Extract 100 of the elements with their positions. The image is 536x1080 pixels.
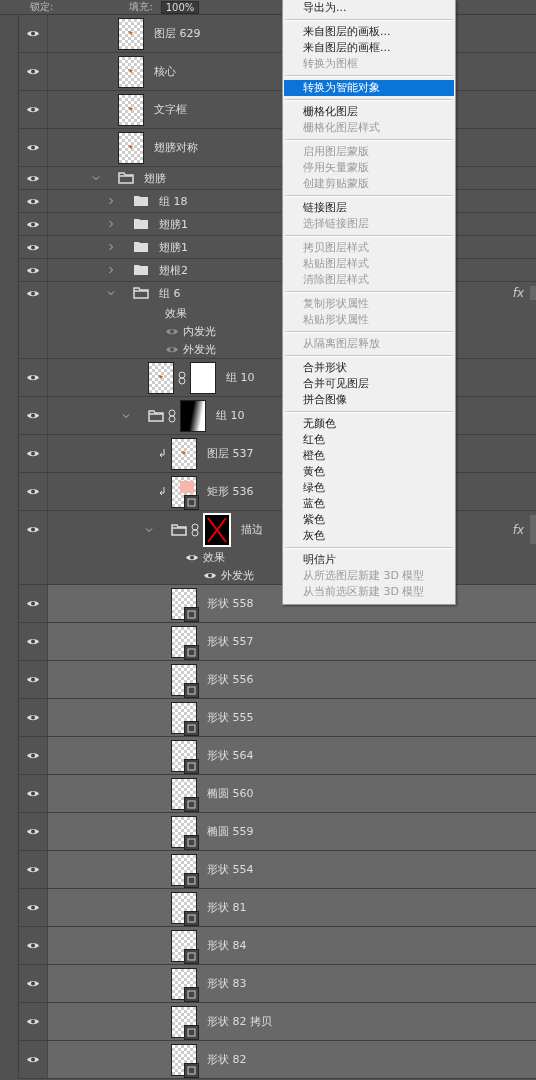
eye-icon[interactable] — [26, 29, 40, 38]
layer-content-drawing — [180, 480, 194, 493]
layer-name[interactable]: 描边 — [241, 522, 263, 537]
layer-name[interactable]: 形状 557 — [207, 634, 254, 649]
folder-icon — [171, 523, 187, 536]
effects-label: 效果 — [165, 305, 187, 321]
menu-item[interactable]: 红色 — [284, 432, 454, 448]
menu-item[interactable]: 橙色 — [284, 448, 454, 464]
folder-icon — [133, 287, 149, 299]
layer-name[interactable]: 翅膀1 — [159, 239, 188, 255]
layer-content-drawing — [128, 68, 133, 73]
eye-icon[interactable] — [26, 637, 40, 646]
menu-item[interactable]: 来自图层的画框... — [284, 40, 454, 56]
folder-icon — [133, 195, 149, 207]
menu-item[interactable]: 灰色 — [284, 528, 454, 544]
layer-name[interactable]: 形状 82 — [207, 1052, 247, 1067]
eye-icon[interactable] — [26, 219, 40, 229]
menu-item[interactable]: 绿色 — [284, 480, 454, 496]
effect-name: 内发光 — [183, 323, 216, 339]
layer-name[interactable]: 核心 — [154, 64, 176, 79]
eye-icon[interactable] — [26, 1017, 40, 1026]
eye-icon[interactable] — [26, 288, 40, 298]
folder-icon — [133, 218, 149, 230]
eye-icon[interactable] — [26, 789, 40, 798]
eye-icon[interactable] — [26, 265, 40, 275]
layer-name[interactable]: 椭圆 560 — [207, 786, 254, 801]
eye-icon[interactable] — [203, 570, 217, 580]
effect-name: 外发光 — [183, 341, 216, 357]
layer-name[interactable]: 图层 537 — [207, 446, 254, 461]
menu-item[interactable]: 转换为智能对象 — [284, 80, 454, 96]
eye-icon[interactable] — [26, 1055, 40, 1064]
layer-name[interactable]: 形状 81 — [207, 900, 247, 915]
eye-icon[interactable] — [26, 196, 40, 206]
menu-item[interactable]: 无颜色 — [284, 416, 454, 432]
eye-icon[interactable] — [26, 713, 40, 722]
fill-label: 填充: — [129, 0, 153, 14]
link-icon[interactable] — [191, 522, 199, 537]
menu-item[interactable]: 栅格化图层 — [284, 104, 454, 120]
eye-icon[interactable] — [26, 411, 40, 420]
layer-name[interactable]: 组 18 — [159, 193, 188, 209]
eye-icon[interactable] — [26, 525, 40, 534]
eye-icon[interactable] — [26, 373, 40, 382]
layer-content-drawing — [128, 144, 133, 149]
layer-content-drawing — [128, 30, 133, 35]
layer-name[interactable]: 组 6 — [159, 285, 181, 301]
eye-icon[interactable] — [26, 143, 40, 152]
layer-name[interactable]: 形状 558 — [207, 596, 254, 611]
layer-name[interactable]: 翅根2 — [159, 262, 188, 278]
link-icon[interactable] — [178, 370, 186, 385]
eye-icon[interactable] — [26, 487, 40, 496]
fx-label[interactable]: fx — [512, 286, 524, 300]
eye-icon[interactable] — [26, 903, 40, 912]
menu-item[interactable]: 链接图层 — [284, 200, 454, 216]
eye-icon[interactable] — [26, 449, 40, 458]
layer-name[interactable]: 文字框 — [154, 102, 187, 117]
eye-icon[interactable] — [26, 67, 40, 76]
layer-name[interactable]: 翅膀1 — [159, 216, 188, 232]
menu-item[interactable]: 导出为... — [284, 0, 454, 16]
eye-icon[interactable] — [26, 865, 40, 874]
folder-icon — [133, 264, 149, 276]
layer-name[interactable]: 椭圆 559 — [207, 824, 254, 839]
eye-icon[interactable] — [26, 675, 40, 684]
eye-icon[interactable] — [26, 105, 40, 114]
menu-item[interactable]: 来自图层的画板... — [284, 24, 454, 40]
layer-name[interactable]: 形状 556 — [207, 672, 254, 687]
layer-name[interactable]: 形状 82 拷贝 — [207, 1014, 272, 1029]
layer-name[interactable]: 翅膀对称 — [154, 140, 198, 155]
fx-label[interactable]: fx — [512, 522, 524, 537]
folder-icon — [118, 172, 134, 184]
effect-name: 外发光 — [221, 567, 254, 583]
menu-item[interactable]: 明信片 — [284, 552, 454, 568]
layer-name[interactable]: 组 10 — [216, 408, 245, 423]
eye-icon[interactable] — [26, 242, 40, 252]
layer-name[interactable]: 翅膀 — [144, 170, 166, 186]
layer-content-drawing — [181, 450, 186, 455]
menu-item[interactable]: 合并形状 — [284, 360, 454, 376]
eye-icon[interactable] — [26, 941, 40, 950]
eye-icon[interactable] — [26, 599, 40, 608]
layer-name[interactable]: 矩形 536 — [207, 484, 254, 499]
lock-label: 锁定: — [30, 0, 54, 14]
folder-icon — [148, 409, 164, 422]
fill-field[interactable]: 100% — [160, 0, 200, 14]
effects-label: 效果 — [203, 549, 225, 565]
menu-item[interactable]: 紫色 — [284, 512, 454, 528]
menu-item[interactable]: 蓝色 — [284, 496, 454, 512]
layer-name[interactable]: 组 10 — [226, 370, 255, 385]
menu-item[interactable]: 合并可见图层 — [284, 376, 454, 392]
layer-name[interactable]: 图层 629 — [154, 26, 201, 41]
eye-icon[interactable] — [26, 979, 40, 988]
layer-name[interactable]: 形状 554 — [207, 862, 254, 877]
layer-content-drawing — [128, 106, 133, 111]
link-icon[interactable] — [168, 408, 176, 423]
layer-name[interactable]: 形状 83 — [207, 976, 247, 991]
eye-icon[interactable] — [26, 173, 40, 183]
layer-name[interactable]: 形状 564 — [207, 748, 254, 763]
eye-icon[interactable] — [185, 552, 199, 562]
eye-icon[interactable] — [26, 827, 40, 836]
layer-name[interactable]: 形状 84 — [207, 938, 247, 953]
layer-name[interactable]: 形状 555 — [207, 710, 254, 725]
eye-icon[interactable] — [26, 751, 40, 760]
